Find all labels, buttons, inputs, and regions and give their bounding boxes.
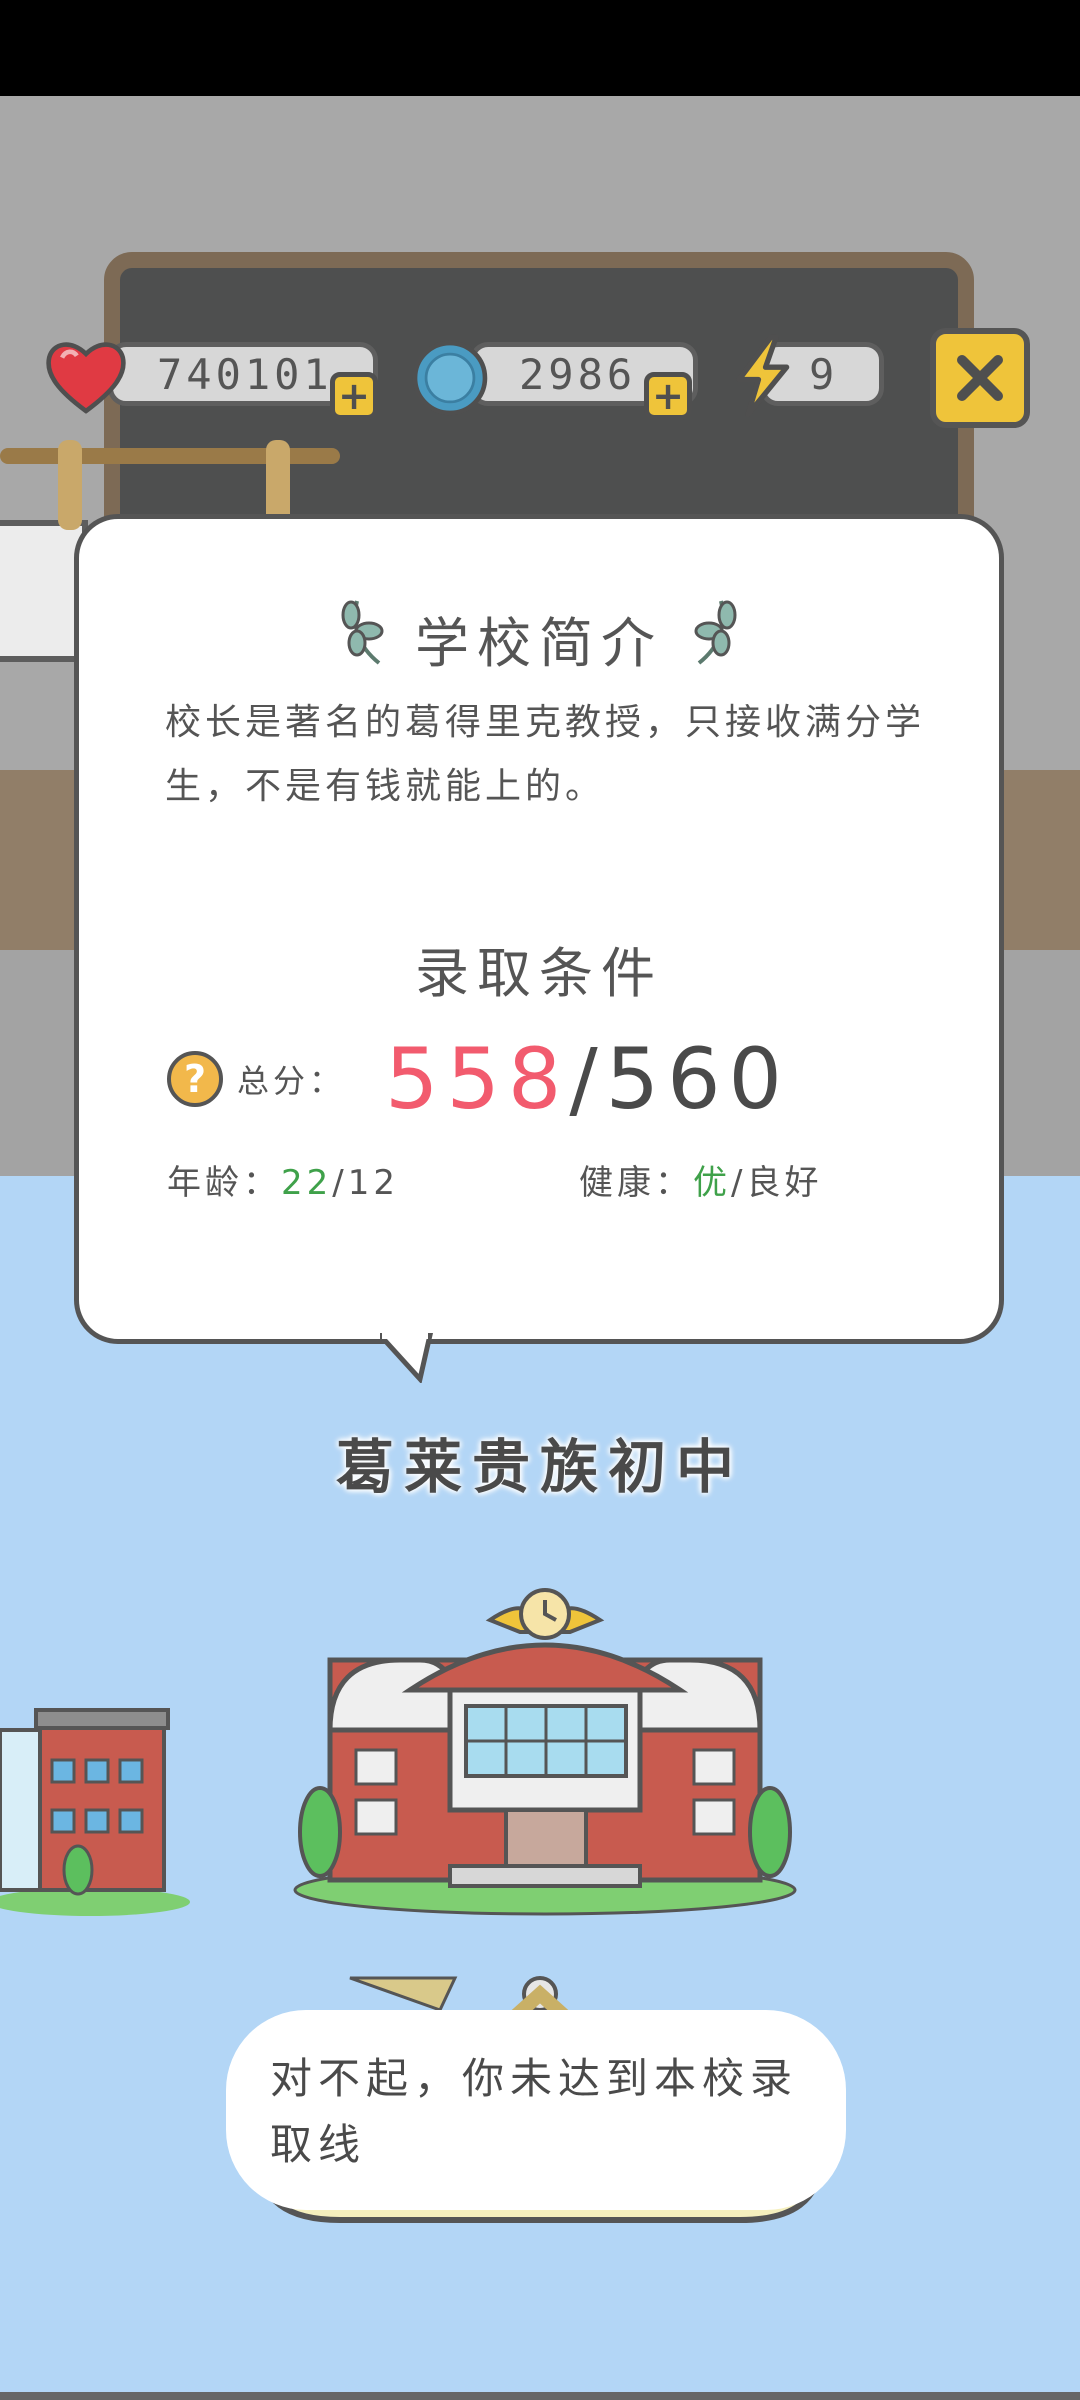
score-required: 560 — [605, 1030, 791, 1128]
age-required: /12 — [332, 1163, 399, 1203]
heart-icon — [46, 342, 126, 414]
rejection-message: 对不起，你未达到本校录取线 — [270, 2054, 799, 2169]
bottle-cap-icon — [412, 340, 488, 416]
health-requirement: 健康：优/良好 — [579, 1163, 823, 1203]
health-required: /良好 — [731, 1163, 823, 1203]
requirements-title: 录取条件 — [415, 942, 663, 1005]
school-building[interactable] — [290, 1580, 800, 1920]
coins-value: 2986 — [519, 349, 637, 399]
score-row: ? 总分： 558 / 560 — [167, 1029, 790, 1129]
school-name: 葛莱贵族初中 — [335, 1433, 744, 1501]
school-description: 校长是著名的葛得里克教授，只接收满分学生，不是有钱就能上的。 — [165, 702, 926, 807]
school-info-card: 学校简介 校长是著名的葛得里克教授，只接收满分学生，不是有钱就能上的。 录取条件… — [74, 514, 1004, 1344]
status-bar — [0, 0, 1080, 96]
laurel-right-icon — [694, 600, 737, 665]
age-requirement: 年龄：22/12 — [167, 1163, 399, 1203]
score-label: 总分： — [237, 1062, 346, 1100]
rope-left — [58, 440, 82, 530]
age-current: 22 — [281, 1163, 333, 1203]
health-current: 优 — [693, 1163, 731, 1203]
close-button[interactable] — [930, 328, 1030, 428]
energy-value: 9 — [809, 349, 839, 399]
score-current: 558 — [385, 1030, 570, 1128]
score-separator: / — [569, 1030, 606, 1128]
lightning-icon — [736, 334, 790, 418]
add-hearts-button[interactable]: + — [330, 372, 378, 420]
add-coins-button[interactable]: + — [644, 372, 692, 420]
close-icon — [957, 355, 1003, 401]
hearts-value: 740101 — [157, 349, 333, 399]
card-pointer — [380, 1333, 434, 1383]
card-title: 学校简介 — [415, 612, 663, 675]
help-icon[interactable]: ? — [167, 1051, 223, 1107]
bottom-bar — [0, 2392, 1080, 2400]
neighbor-school-building — [0, 1708, 190, 1916]
